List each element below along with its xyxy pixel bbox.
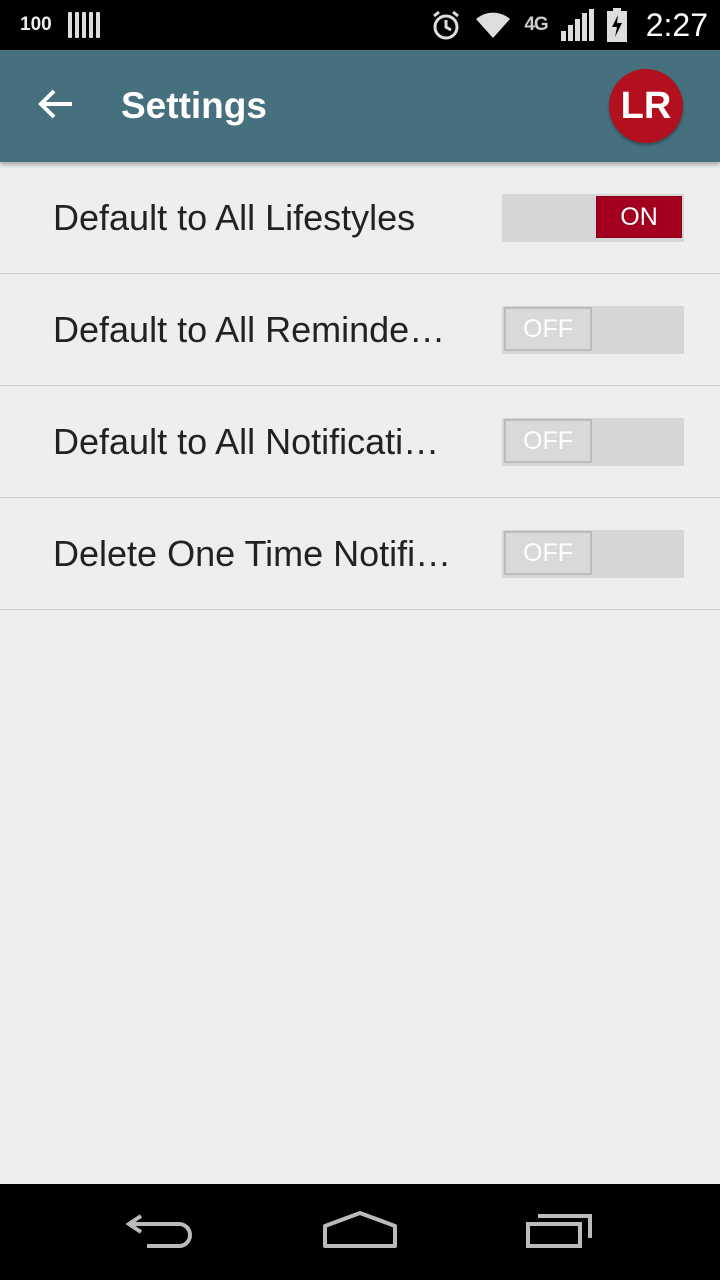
battery-percent-text: 100: [20, 14, 52, 35]
sim-bars-icon: [67, 12, 100, 38]
lifestyles-toggle[interactable]: ON: [502, 194, 684, 242]
setting-label: Default to All Reminde…: [53, 309, 446, 350]
setting-label: Default to All Notificati…: [53, 421, 440, 462]
settings-list: Default to All Lifestyles ON Default to …: [0, 162, 720, 610]
setting-label: Default to All Lifestyles: [53, 197, 416, 238]
wifi-icon: [474, 10, 512, 40]
setting-label: Delete One Time Notifi…: [53, 533, 452, 574]
back-nav-icon: [125, 1210, 195, 1255]
home-nav-icon: [322, 1210, 398, 1255]
setting-row-lifestyles: Default to All Lifestyles ON: [0, 162, 720, 274]
home-nav-button[interactable]: [310, 1202, 410, 1262]
avatar[interactable]: LR: [609, 69, 683, 143]
setting-row-notifications: Default to All Notificati… OFF: [0, 386, 720, 498]
recent-apps-icon: [524, 1210, 596, 1255]
battery-charging-icon: [606, 8, 628, 42]
notifications-toggle[interactable]: OFF: [502, 418, 684, 466]
toggle-state: OFF: [504, 531, 592, 575]
arrow-left-icon: [38, 88, 74, 125]
back-button[interactable]: [24, 78, 88, 134]
setting-row-delete-one-time: Delete One Time Notifi… OFF: [0, 498, 720, 610]
toggle-state: ON: [596, 196, 682, 238]
delete-one-time-toggle[interactable]: OFF: [502, 530, 684, 578]
alarm-icon: [430, 9, 462, 41]
reminders-toggle[interactable]: OFF: [502, 306, 684, 354]
recent-apps-button[interactable]: [510, 1202, 610, 1262]
back-nav-button[interactable]: [110, 1202, 210, 1262]
signal-icon: [560, 9, 594, 41]
toggle-state: OFF: [504, 419, 592, 463]
page-title: Settings: [121, 85, 267, 126]
status-bar: 100 4G 2:27: [0, 0, 720, 50]
clock: 2:27: [645, 6, 708, 43]
toggle-state: OFF: [504, 307, 592, 351]
network-type-text: 4G: [524, 14, 548, 35]
system-nav-bar: [0, 1184, 720, 1280]
setting-row-reminders: Default to All Reminde… OFF: [0, 274, 720, 386]
app-bar: Settings LR: [0, 50, 720, 162]
